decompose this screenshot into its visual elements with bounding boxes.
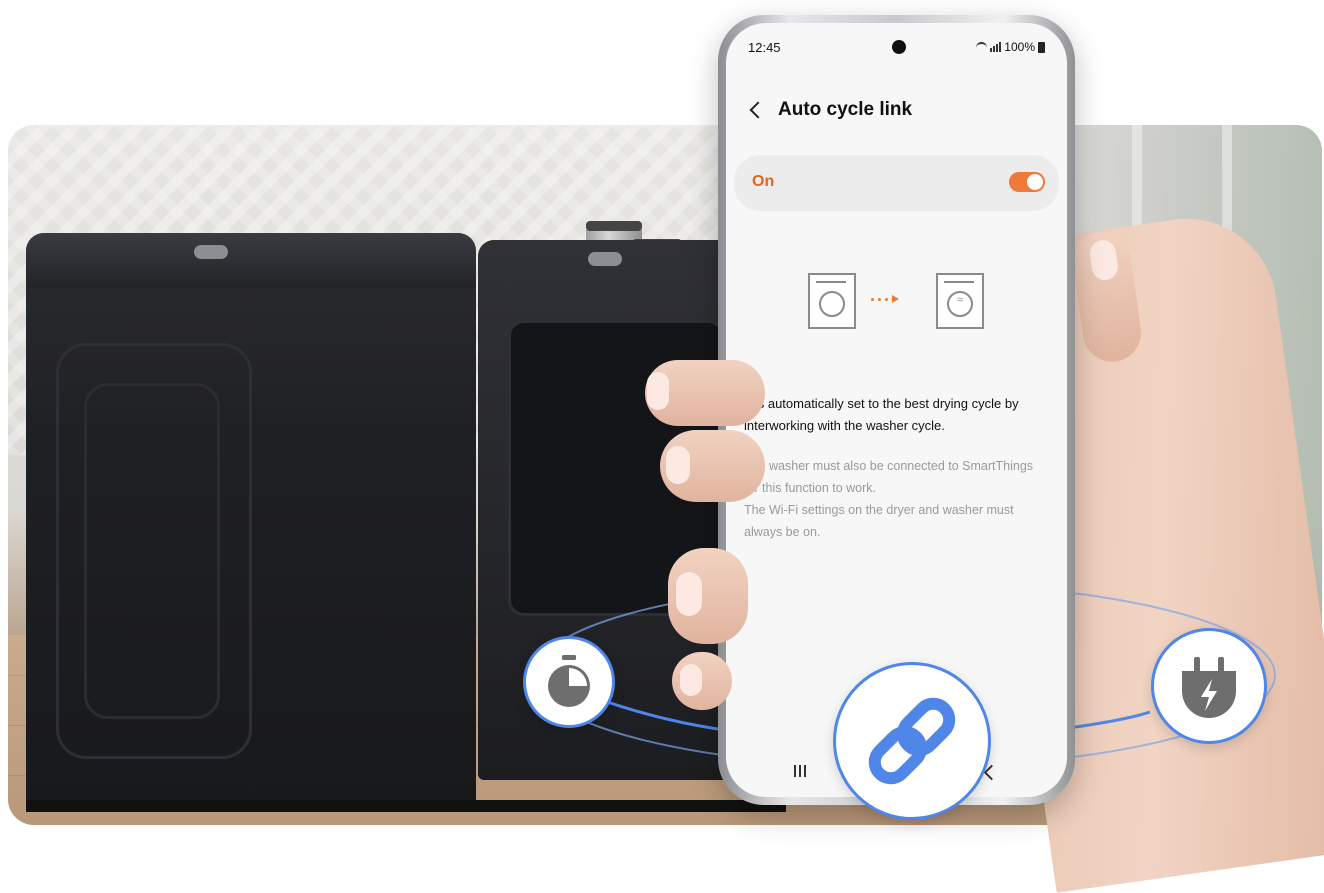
washer-icon (808, 273, 856, 329)
washer-lid (26, 233, 476, 288)
status-bar: 12:45 100% (726, 23, 1067, 73)
recent-apps-icon[interactable] (794, 765, 806, 777)
link-icon (868, 697, 956, 785)
back-arrow-icon[interactable] (749, 101, 767, 119)
battery-level: 100% (1004, 40, 1035, 54)
switch-knob (1027, 174, 1043, 190)
timer-feature-badge (523, 636, 615, 728)
timer-icon (548, 655, 590, 707)
status-time: 12:45 (748, 40, 781, 55)
battery-icon (1038, 41, 1045, 53)
dryer-knob (588, 252, 622, 266)
status-indicators: 100% (976, 40, 1045, 54)
finger (660, 430, 765, 502)
finger (668, 548, 748, 644)
washer-knob (194, 245, 228, 259)
arrow-icon (871, 295, 899, 303)
finger (645, 360, 765, 426)
power-plug-icon (1182, 657, 1236, 718)
page-title: Auto cycle link (778, 99, 913, 120)
auto-cycle-switch[interactable] (1009, 172, 1045, 192)
signal-icon (990, 42, 1002, 52)
front-camera (892, 40, 906, 54)
auto-cycle-toggle-row[interactable]: On (734, 155, 1059, 211)
wifi-icon (976, 42, 988, 52)
feature-note: The washer must also be connected to Sma… (744, 455, 1049, 543)
page-header: Auto cycle link (746, 99, 912, 121)
washer-appliance (26, 233, 476, 808)
finger (672, 652, 732, 710)
note-line-2: The Wi-Fi settings on the dryer and wash… (744, 503, 1014, 539)
jar-lid (586, 221, 642, 231)
feature-description: It is automatically set to the best dryi… (744, 396, 1019, 433)
dryer-waves-icon: ≈ (957, 294, 964, 306)
appliance-base (26, 800, 786, 812)
washer-to-dryer-diagram: ≈ (808, 273, 988, 333)
note-line-1: The washer must also be connected to Sma… (744, 459, 1034, 495)
dryer-icon: ≈ (936, 273, 984, 329)
link-feature-badge (833, 662, 991, 820)
washer-inner-panel (84, 383, 220, 719)
toggle-label: On (752, 173, 775, 190)
power-feature-badge (1151, 628, 1267, 744)
